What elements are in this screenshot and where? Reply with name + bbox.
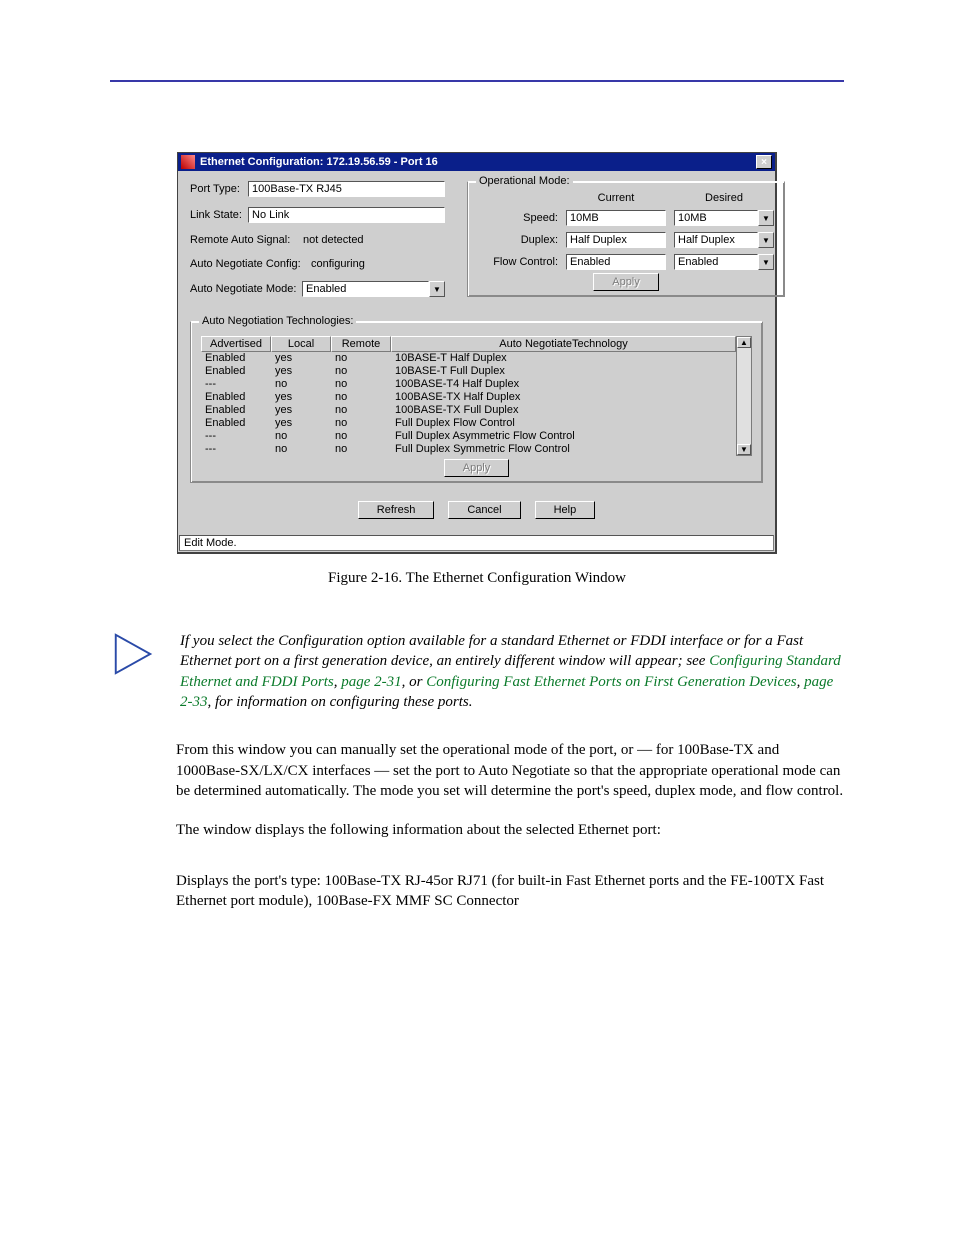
figure-caption: Figure 2-16. The Ethernet Configuration …	[110, 570, 844, 587]
window-title: Ethernet Configuration: 172.19.56.59 - P…	[200, 156, 756, 168]
table-cell: no	[271, 430, 331, 443]
table-cell: no	[271, 378, 331, 391]
speed-desired-select[interactable]: 10MB	[674, 210, 758, 226]
auto-neg-config-value: configuring	[308, 257, 368, 271]
table-cell: no	[271, 443, 331, 456]
speed-current: 10MB	[566, 210, 666, 226]
table-cell: no	[331, 391, 391, 404]
table-cell: yes	[271, 365, 331, 378]
table-cell: Enabled	[201, 352, 271, 365]
col-remote: Remote	[331, 336, 391, 352]
table-cell: 100BASE-TX Full Duplex	[391, 404, 736, 417]
table-cell: yes	[271, 391, 331, 404]
link-fast-eth[interactable]: Configuring Fast Ethernet Ports on First…	[426, 674, 796, 690]
status-bar: Edit Mode.	[179, 535, 774, 551]
link-page-2-31[interactable]: page 2-31	[341, 674, 401, 690]
table-cell: ---	[201, 378, 271, 391]
chevron-down-icon[interactable]: ▼	[758, 254, 774, 270]
auto-neg-tech-title: Auto Negotiation Technologies:	[199, 315, 356, 327]
col-advertised: Advertised	[201, 336, 271, 352]
chevron-down-icon[interactable]: ▼	[758, 232, 774, 248]
auto-neg-tech-group: Auto Negotiation Technologies: Advertise…	[190, 321, 763, 483]
remote-auto-value: not detected	[300, 233, 367, 247]
col-local: Local	[271, 336, 331, 352]
ethernet-config-window: Ethernet Configuration: 172.19.56.59 - P…	[177, 152, 777, 554]
table-cell: Full Duplex Flow Control	[391, 417, 736, 430]
body-para-2: The window displays the following inform…	[176, 820, 844, 841]
table-cell: no	[331, 365, 391, 378]
tech-scrollbar[interactable]: ▲ ▼	[736, 336, 752, 456]
port-type-field: 100Base-TX RJ45	[248, 181, 445, 197]
current-header: Current	[566, 192, 666, 204]
port-type-label: Port Type:	[190, 183, 248, 195]
table-cell: ---	[201, 443, 271, 456]
flow-desired-select[interactable]: Enabled	[674, 254, 758, 270]
desired-header: Desired	[674, 192, 774, 204]
table-cell: yes	[271, 404, 331, 417]
table-cell: no	[331, 404, 391, 417]
duplex-current: Half Duplex	[566, 232, 666, 248]
auto-neg-mode-select[interactable]: Enabled	[302, 281, 429, 297]
table-cell: no	[331, 417, 391, 430]
table-cell: ---	[201, 430, 271, 443]
flow-label: Flow Control:	[478, 256, 558, 268]
scroll-up-icon[interactable]: ▲	[737, 337, 751, 348]
table-cell: no	[331, 430, 391, 443]
table-cell: no	[331, 378, 391, 391]
close-icon[interactable]: ×	[756, 155, 772, 169]
table-cell: 10BASE-T Full Duplex	[391, 365, 736, 378]
operational-mode-group: Operational Mode: Current Desired Speed:…	[467, 181, 785, 297]
table-cell: Enabled	[201, 391, 271, 404]
table-cell: no	[331, 443, 391, 456]
operational-mode-title: Operational Mode:	[476, 175, 573, 187]
note-arrow-icon	[110, 631, 156, 712]
header-rule	[110, 80, 844, 82]
remote-auto-label: Remote Auto Signal:	[190, 234, 300, 246]
table-cell: Full Duplex Symmetric Flow Control	[391, 443, 736, 456]
auto-neg-tech-table[interactable]: Advertised Local Remote Auto NegotiateTe…	[201, 336, 736, 456]
body-para-3: Displays the port's type: 100Base-TX RJ-…	[176, 871, 844, 912]
table-cell: Enabled	[201, 404, 271, 417]
apply-opmode-button[interactable]: Apply	[593, 273, 659, 291]
speed-label: Speed:	[478, 212, 558, 224]
link-state-label: Link State:	[190, 209, 248, 221]
scroll-down-icon[interactable]: ▼	[737, 444, 751, 455]
window-icon	[181, 155, 195, 169]
chevron-down-icon[interactable]: ▼	[758, 210, 774, 226]
refresh-button[interactable]: Refresh	[358, 501, 435, 519]
body-para-1: From this window you can manually set th…	[176, 740, 844, 802]
window-titlebar[interactable]: Ethernet Configuration: 172.19.56.59 - P…	[178, 153, 775, 171]
help-button[interactable]: Help	[535, 501, 596, 519]
table-cell: Enabled	[201, 417, 271, 430]
table-cell: 100BASE-TX Half Duplex	[391, 391, 736, 404]
auto-neg-mode-label: Auto Negotiate Mode:	[190, 283, 302, 295]
duplex-desired-select[interactable]: Half Duplex	[674, 232, 758, 248]
flow-current: Enabled	[566, 254, 666, 270]
table-cell: yes	[271, 417, 331, 430]
duplex-label: Duplex:	[478, 234, 558, 246]
cancel-button[interactable]: Cancel	[448, 501, 520, 519]
table-cell: no	[331, 352, 391, 365]
table-cell: Enabled	[201, 365, 271, 378]
auto-neg-config-label: Auto Negotiate Config:	[190, 258, 308, 270]
apply-tech-button[interactable]: Apply	[444, 459, 510, 477]
chevron-down-icon[interactable]: ▼	[429, 281, 445, 297]
table-cell: 100BASE-T4 Half Duplex	[391, 378, 736, 391]
link-state-field: No Link	[248, 207, 445, 223]
table-cell: Full Duplex Asymmetric Flow Control	[391, 430, 736, 443]
note-text: If you select the Configuration option a…	[180, 631, 844, 712]
col-technology: Auto NegotiateTechnology	[391, 336, 736, 352]
table-cell: yes	[271, 352, 331, 365]
table-cell: 10BASE-T Half Duplex	[391, 352, 736, 365]
